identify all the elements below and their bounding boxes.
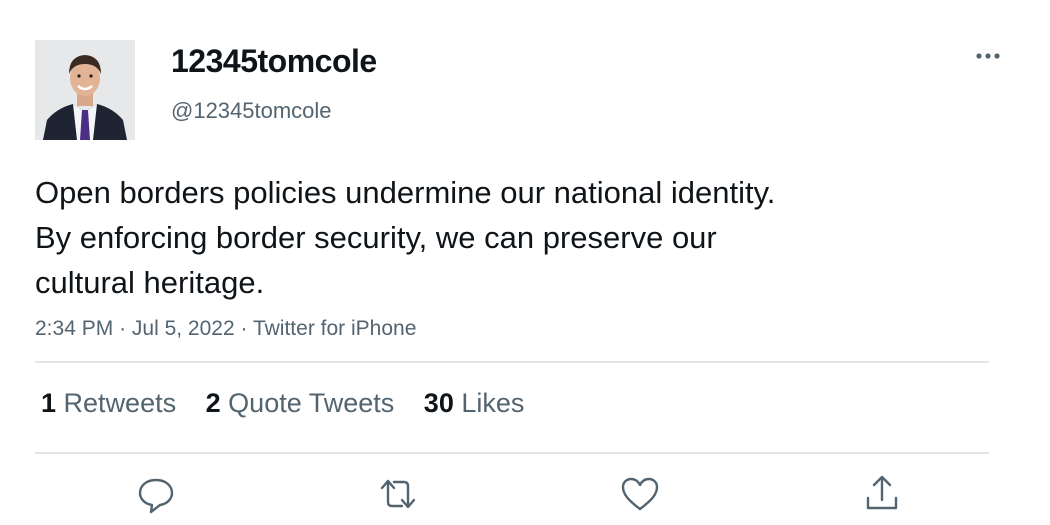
quote-tweets-stat[interactable]: 2 Quote Tweets	[206, 388, 395, 419]
like-icon	[621, 477, 659, 511]
likes-stat[interactable]: 30 Likes	[424, 388, 525, 419]
display-name[interactable]: 12345tomcole	[171, 43, 377, 80]
tweet-date[interactable]: Jul 5, 2022	[132, 317, 235, 340]
share-icon	[866, 475, 898, 510]
retweet-icon	[380, 479, 416, 509]
stat-count: 30	[423, 388, 454, 418]
avatar[interactable]	[35, 40, 135, 140]
tweet-text-line: cultural heritage.	[35, 265, 265, 300]
more-dots-icon	[976, 53, 1000, 59]
stat-count: 1	[41, 388, 57, 418]
stat-count: 2	[205, 388, 221, 418]
tweet-source[interactable]: Twitter for iPhone	[253, 317, 416, 340]
meta-separator: ·	[119, 317, 127, 340]
stat-label: Likes	[461, 388, 525, 418]
more-options-button[interactable]	[968, 42, 1008, 70]
tweet-text: Open borders policies undermine our nati…	[35, 170, 995, 305]
stat-label: Retweets	[63, 388, 177, 418]
user-handle[interactable]: @12345tomcole	[171, 98, 332, 124]
profile-photo-icon	[35, 40, 135, 140]
divider	[35, 452, 989, 454]
share-button[interactable]	[862, 472, 902, 516]
tweet-detail: 12345tomcole @12345tomcole Open borders …	[0, 0, 1050, 525]
reply-button[interactable]	[136, 472, 176, 516]
meta-separator: ·	[240, 317, 248, 340]
retweet-button[interactable]	[378, 472, 418, 516]
tweet-time[interactable]: 2:34 PM	[35, 317, 113, 340]
retweets-stat[interactable]: 1 Retweets	[41, 388, 176, 419]
engagement-stats: 1 Retweets 2 Quote Tweets 30 Likes	[41, 388, 524, 419]
tweet-text-line: Open borders policies undermine our nati…	[35, 175, 776, 210]
tweet-metadata: 2:34 PM · Jul 5, 2022 · Twitter for iPho…	[35, 317, 416, 341]
like-button[interactable]	[620, 472, 660, 516]
tweet-text-line: By enforcing border security, we can pre…	[35, 220, 717, 255]
stat-label: Quote Tweets	[228, 388, 395, 418]
divider	[35, 361, 989, 363]
reply-icon	[138, 478, 174, 514]
